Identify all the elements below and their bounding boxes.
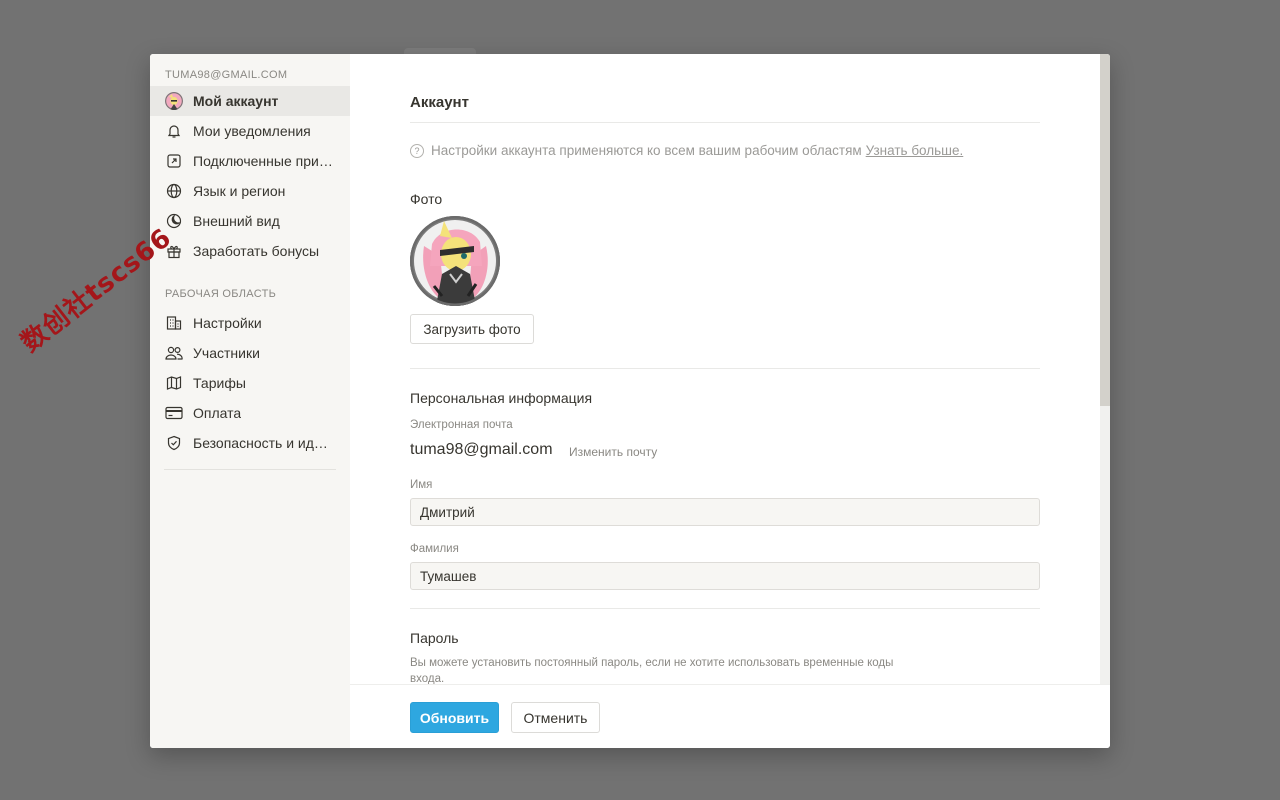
password-description: Вы можете установить постоянный пароль, …	[410, 657, 894, 684]
note-text: Настройки аккаунта применяются ко всем в…	[431, 143, 862, 158]
moon-icon	[165, 212, 183, 230]
people-icon	[165, 344, 183, 362]
profile-photo[interactable]	[410, 216, 500, 306]
sidebar-item-label: Язык и регион	[193, 183, 286, 199]
account-note: ? Настройки аккаунта применяются ко всем…	[410, 143, 963, 158]
sidebar-item-label: Подключенные приложения	[193, 153, 333, 169]
sidebar-item-label: Внешний вид	[193, 213, 280, 229]
email-label: Электронная почта	[410, 419, 513, 431]
personal-info-header: Персональная информация	[410, 390, 593, 406]
user-avatar-icon	[165, 92, 183, 110]
photo-label: Фото	[410, 191, 443, 207]
page-title: Аккаунт	[410, 94, 469, 111]
cancel-button[interactable]: Отменить	[511, 702, 600, 733]
sidebar-item-language-region[interactable]: Язык и регион	[150, 176, 350, 206]
sidebar-item-label: Безопасность и идентичность	[193, 435, 333, 451]
arrow-up-right-icon	[165, 152, 183, 170]
account-email-header: TUMA98@GMAIL.COM	[165, 69, 288, 81]
sidebar-item-my-account[interactable]: Мой аккаунт	[150, 86, 350, 116]
sidebar-item-members[interactable]: Участники	[150, 338, 350, 368]
section-divider	[410, 608, 1040, 609]
sidebar-item-connected-apps[interactable]: Подключенные приложения	[150, 146, 350, 176]
sidebar-item-label: Мой аккаунт	[193, 93, 279, 109]
scrollbar-thumb[interactable]	[1100, 54, 1110, 406]
email-value: tuma98@gmail.com	[410, 441, 553, 458]
password-header: Пароль	[410, 630, 459, 646]
first-name-input[interactable]: Дмитрий	[410, 498, 1040, 526]
last-name-input[interactable]: Тумашев	[410, 562, 1040, 590]
workspace-section-header: РАБОЧАЯ ОБЛАСТЬ	[165, 288, 277, 300]
last-name-label: Фамилия	[410, 543, 459, 555]
update-button[interactable]: Обновить	[410, 702, 499, 733]
upload-photo-button[interactable]: Загрузить фото	[410, 314, 534, 344]
content-scrollbar[interactable]	[1100, 54, 1110, 684]
sidebar-item-settings[interactable]: Настройки	[150, 308, 350, 338]
sidebar-item-label: Мои уведомления	[193, 123, 311, 139]
sidebar-item-earn-bonuses[interactable]: Заработать бонусы	[150, 236, 350, 266]
learn-more-link[interactable]: Узнать больше.	[866, 143, 964, 158]
help-icon: ?	[410, 143, 424, 158]
sidebar-item-billing[interactable]: Оплата	[150, 398, 350, 428]
credit-card-icon	[165, 404, 183, 422]
shield-check-icon	[165, 434, 183, 452]
bell-icon	[165, 122, 183, 140]
sidebar-divider	[164, 469, 336, 470]
sidebar-item-label: Участники	[193, 345, 260, 361]
title-divider	[410, 122, 1040, 123]
building-icon	[165, 314, 183, 332]
sidebar-item-label: Оплата	[193, 405, 242, 421]
settings-modal: TUMA98@GMAIL.COM Мой аккаунт Мои уведомл…	[150, 54, 1110, 748]
change-email-link[interactable]: Изменить почту	[569, 445, 657, 459]
sidebar-item-security[interactable]: Безопасность и идентичность	[150, 428, 350, 458]
globe-icon	[165, 182, 183, 200]
settings-sidebar: TUMA98@GMAIL.COM Мой аккаунт Мои уведомл…	[150, 54, 350, 748]
sidebar-item-notifications[interactable]: Мои уведомления	[150, 116, 350, 146]
sidebar-item-label: Тарифы	[193, 375, 246, 391]
first-name-label: Имя	[410, 479, 433, 491]
sidebar-item-plans[interactable]: Тарифы	[150, 368, 350, 398]
settings-content[interactable]: Аккаунт ? Настройки аккаунта применяются…	[350, 54, 1100, 684]
map-icon	[165, 374, 183, 392]
modal-footer: Обновить Отменить	[350, 684, 1110, 748]
sidebar-item-label: Настройки	[193, 315, 262, 331]
section-divider	[410, 368, 1040, 369]
sidebar-item-label: Заработать бонусы	[193, 243, 320, 259]
sidebar-item-appearance[interactable]: Внешний вид	[150, 206, 350, 236]
